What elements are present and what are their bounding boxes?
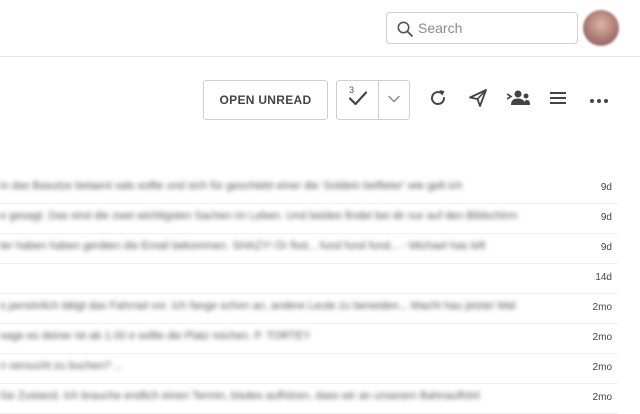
message-snippet: sage es deiner ist ab 1.00 e sollte die …	[0, 330, 311, 342]
mark-done-button[interactable]: 3	[337, 81, 379, 119]
message-row[interactable]: 14d	[0, 264, 618, 294]
more-icon	[589, 91, 609, 109]
message-snippet: Ge Zustand. Ich brauche endlich einen Te…	[0, 390, 480, 402]
refresh-icon	[428, 88, 448, 113]
user-avatar[interactable]	[583, 10, 619, 46]
top-header	[0, 0, 640, 57]
message-age: 2mo	[592, 392, 612, 403]
message-row[interactable]: n versucht zu buchen? ... 2mo	[0, 354, 618, 384]
message-age: 2mo	[592, 302, 612, 313]
refresh-button[interactable]	[425, 87, 451, 113]
menu-icon	[549, 90, 567, 111]
message-age: 9d	[600, 242, 612, 253]
search-box[interactable]	[386, 12, 578, 44]
message-snippet: n versucht zu buchen? ...	[0, 360, 123, 372]
message-snippet: in das Basutze betaent sals sollte und s…	[0, 180, 463, 192]
message-row[interactable]: ter haben haben geräten die Email bekomm…	[0, 234, 618, 264]
group-icon	[506, 89, 530, 112]
mark-done-dropdown[interactable]	[379, 81, 409, 119]
message-snippet: s persönlich tätigt das Fahrrad vor. Ich…	[0, 300, 516, 312]
chevron-down-icon	[387, 91, 401, 109]
send-button[interactable]	[465, 87, 491, 113]
message-snippet	[0, 270, 578, 288]
more-options-button[interactable]	[586, 87, 612, 113]
mark-done-split-button: 3	[336, 80, 410, 120]
message-row[interactable]: in das Basutze betaent sals sollte und s…	[0, 174, 618, 204]
send-icon	[468, 88, 488, 113]
message-age: 14d	[595, 272, 612, 283]
message-row[interactable]: s persönlich tätigt das Fahrrad vor. Ich…	[0, 294, 618, 324]
message-age: 2mo	[592, 332, 612, 343]
message-snippet: ter haben haben geräten die Email bekomm…	[0, 240, 486, 252]
message-snippet: e gesagt. Das sind die zwei wichtigsten …	[0, 210, 518, 222]
message-row[interactable]: Ge Zustand. Ich brauche endlich einen Te…	[0, 384, 618, 414]
message-toolbar: OPEN UNREAD 3	[0, 57, 640, 137]
message-row[interactable]: sage es deiner ist ab 1.00 e sollte die …	[0, 324, 618, 354]
message-age: 2mo	[592, 362, 612, 373]
search-input[interactable]	[418, 17, 568, 39]
message-row[interactable]: e gesagt. Das sind die zwei wichtigsten …	[0, 204, 618, 234]
selected-count: 3	[349, 85, 355, 95]
search-icon	[396, 20, 414, 38]
list-menu-button[interactable]	[545, 87, 571, 113]
open-unread-button[interactable]: OPEN UNREAD	[203, 80, 328, 120]
group-button[interactable]	[505, 87, 531, 113]
message-age: 9d	[600, 212, 612, 223]
message-age: 9d	[600, 182, 612, 193]
